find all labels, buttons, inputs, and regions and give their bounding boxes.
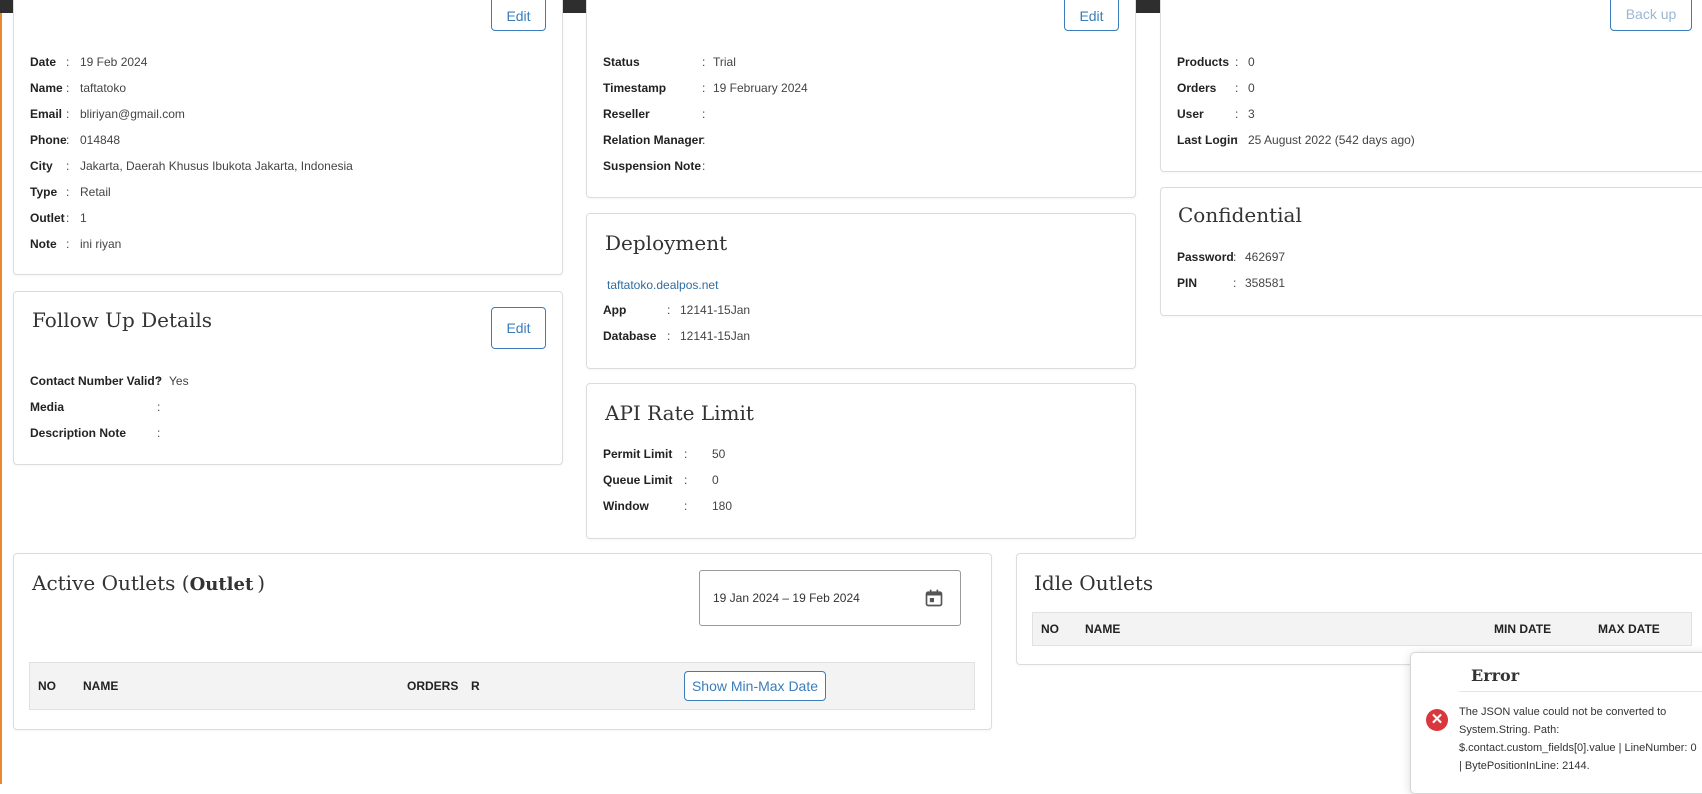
follow-up-edit-button[interactable]: Edit [491,307,546,349]
backup-button[interactable]: Back up [1610,0,1692,31]
active-outlets-card: Active Outlets (Outlet) 19 Jan 2024 – 19… [13,553,992,730]
follow-up-title: Follow Up Details [32,308,213,332]
subscription-edit-button[interactable]: Edit [1064,0,1119,31]
active-outlets-table-header: NO NAME ORDERS R Show Min-Max Date [29,662,975,710]
calendar-icon[interactable] [924,588,944,608]
deployment-title: Deployment [605,231,728,255]
idle-col-min-date[interactable]: MIN DATE [1494,622,1551,636]
left-edge-stripe [0,13,2,784]
deployment-card: Deployment taftatoko.dealpos.net App : 1… [586,213,1136,369]
col-no[interactable]: NO [38,679,56,693]
follow-up-card: Follow Up Details Edit Contact Number Va… [13,291,563,465]
confidential-title: Confidential [1178,203,1302,227]
error-toast-title: Error [1471,666,1520,685]
idle-col-max-date[interactable]: MAX DATE [1598,622,1660,636]
col-name[interactable]: NAME [83,679,118,693]
subscription-card: Edit Status : Trial Timestamp : 19 Febru… [586,0,1136,198]
col-r[interactable]: R [471,679,480,693]
idle-outlets-title: Idle Outlets [1034,571,1154,595]
error-toast-divider [1459,691,1702,692]
idle-col-name[interactable]: NAME [1085,622,1120,636]
stats-card: Back up Products : 0 Orders : 0 User : 3… [1160,0,1702,172]
error-toast[interactable]: Error ✕ The JSON value could not be conv… [1410,652,1702,794]
customer-edit-button[interactable]: Edit [491,0,546,31]
api-rate-limit-card: API Rate Limit Permit Limit : 50 Queue L… [586,383,1136,539]
date-range-picker[interactable]: 19 Jan 2024 – 19 Feb 2024 [699,570,961,626]
active-outlets-title: Active Outlets (Outlet) [32,571,266,595]
deployment-url-link[interactable]: taftatoko.dealpos.net [607,278,718,292]
idle-outlets-card: Idle Outlets NO NAME MIN DATE MAX DATE [1016,553,1702,665]
col-orders[interactable]: ORDERS [407,679,458,693]
error-x-icon: ✕ [1426,709,1448,731]
api-rate-limit-title: API Rate Limit [605,401,754,425]
phone-link[interactable]: 014848 [80,133,120,147]
show-min-max-date-button[interactable]: Show Min-Max Date [684,671,826,701]
idle-col-no[interactable]: NO [1041,622,1059,636]
date-range-value: 19 Jan 2024 – 19 Feb 2024 [713,591,860,605]
confidential-card: Confidential Password : 462697 PIN : 358… [1160,187,1702,316]
customer-info-card: Edit Date : 19 Feb 2024 Name : taftatoko… [13,0,563,275]
error-toast-message: The JSON value could not be converted to… [1459,706,1697,772]
idle-outlets-table-header: NO NAME MIN DATE MAX DATE [1032,612,1692,646]
